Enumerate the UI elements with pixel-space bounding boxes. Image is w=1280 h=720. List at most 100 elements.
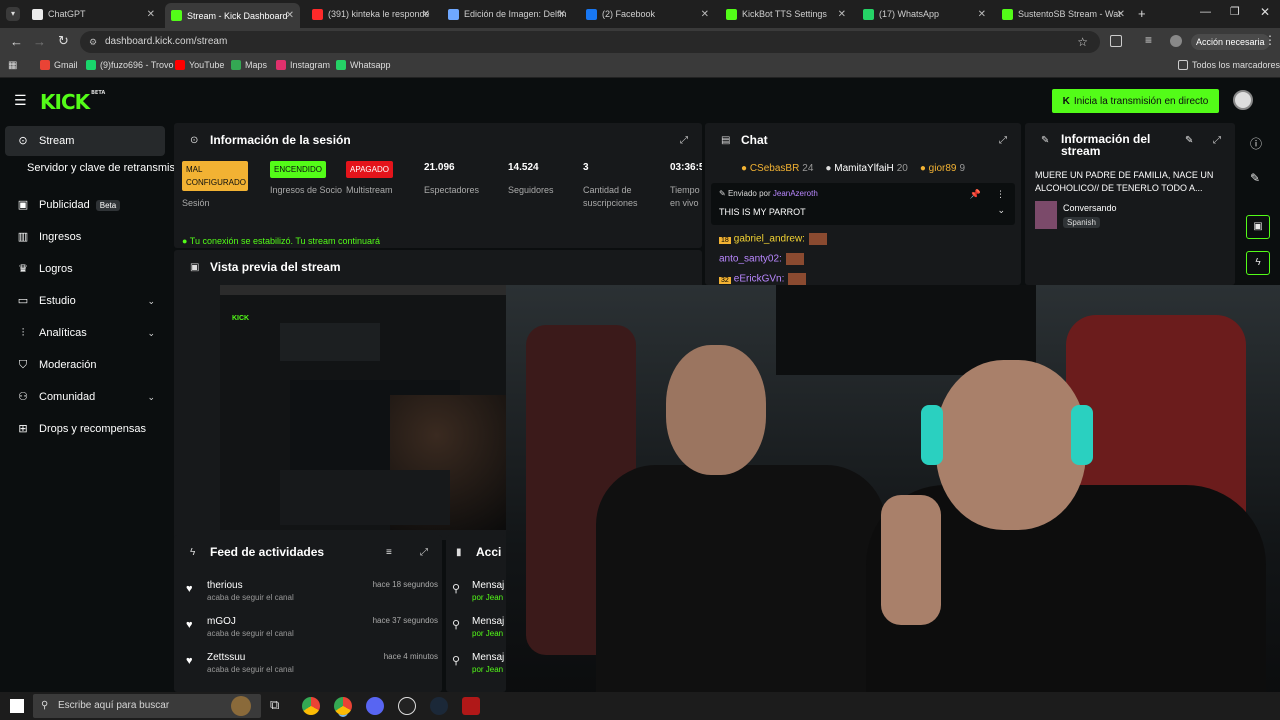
chevron-down-icon[interactable]: ⌄ xyxy=(147,328,155,339)
bookmark-star-icon[interactable]: ☆ xyxy=(1077,31,1088,53)
chatter-name: gior89 xyxy=(928,163,957,174)
top-chatter[interactable]: ● CSebasBR 24 xyxy=(741,163,813,174)
menu-dots-icon[interactable]: ⋮ xyxy=(1264,33,1276,47)
browser-tab[interactable]: SustentoSB Stream - Wat ✕ xyxy=(996,4,1131,24)
browser-tab[interactable]: (17) WhatsApp ✕ xyxy=(857,4,992,24)
restore-icon[interactable]: ❐ xyxy=(1230,5,1240,18)
site-info-icon[interactable]: ⚙ xyxy=(89,31,97,53)
browser-tab[interactable]: Edición de Imagen: Delfin ✕ xyxy=(442,4,572,24)
sidebar-item[interactable]: ⊙ Stream xyxy=(5,126,165,156)
hamburger-icon[interactable]: ☰ xyxy=(14,92,27,109)
search-icon: ⚲ xyxy=(41,700,49,711)
apps-icon[interactable]: ▦ xyxy=(8,60,17,71)
browser-tab[interactable]: (391) kinteka le responde ✕ xyxy=(306,4,436,24)
expand-icon[interactable]: ⤢ xyxy=(680,135,688,146)
task-view-icon[interactable]: ⧉ xyxy=(270,697,279,713)
chevron-down-icon[interactable]: ⌄ xyxy=(147,296,155,307)
bookmark-label: YouTube xyxy=(189,60,225,70)
unpin-icon[interactable]: 📌 xyxy=(970,189,981,200)
sidebar-item[interactable]: ⚇ Comunidad ⌄ xyxy=(5,382,165,412)
sidebar-item[interactable]: ⛉ Moderación xyxy=(5,350,165,380)
sidebar-item[interactable]: ▭ Estudio ⌄ xyxy=(5,286,165,316)
tab-close-icon[interactable]: ✕ xyxy=(838,9,846,20)
feed-expand-icon[interactable]: ⤢ xyxy=(420,547,428,558)
tab-search-icon[interactable]: ▾ xyxy=(6,7,20,21)
chat-expand-icon[interactable]: ⤢ xyxy=(999,135,1007,146)
stat-label: Seguidores xyxy=(508,185,554,195)
edit-icon[interactable]: ✎ xyxy=(1185,135,1193,146)
top-chatter[interactable]: ● gior89 9 xyxy=(920,163,965,174)
tab-close-icon[interactable]: ✕ xyxy=(558,9,566,20)
qr-icon[interactable]: ▣ xyxy=(1246,215,1270,239)
browser-tab[interactable]: Stream - Kick Dashboard ✕ xyxy=(165,3,300,28)
bookmark-item[interactable]: Maps xyxy=(231,60,267,70)
bookmark-item[interactable]: (9)fuzo696 - Trovo xyxy=(86,60,174,70)
close-window-icon[interactable]: ✕ xyxy=(1260,5,1270,19)
new-tab-icon[interactable]: + xyxy=(1138,6,1146,21)
minimize-icon[interactable]: — xyxy=(1200,6,1211,18)
sidebar-item[interactable]: ▣ Publicidad Beta xyxy=(5,190,165,220)
bolt-icon[interactable]: ϟ xyxy=(1246,251,1270,275)
stream-info-expand-icon[interactable]: ⤢ xyxy=(1213,135,1221,146)
tab-close-icon[interactable]: ✕ xyxy=(147,9,155,20)
app-icon[interactable] xyxy=(462,697,480,715)
follower-name[interactable]: therious xyxy=(207,580,243,591)
chrome-active-icon[interactable] xyxy=(334,697,352,715)
browser-tab[interactable]: (2) Facebook ✕ xyxy=(580,4,715,24)
kick-logo[interactable]: KICK BETA xyxy=(40,90,105,114)
back-icon[interactable]: ← xyxy=(10,34,23,49)
browser-tab[interactable]: ChatGPT ✕ xyxy=(26,4,161,24)
filter-icon[interactable]: ≡ xyxy=(386,547,392,558)
tab-close-icon[interactable]: ✕ xyxy=(422,9,430,20)
follower-name[interactable]: Zettssuu xyxy=(207,652,245,663)
address-bar[interactable]: ⚙ dashboard.kick.com/stream ☆ xyxy=(80,31,1100,53)
tab-label: (17) WhatsApp xyxy=(879,9,940,19)
bookmark-label: Whatsapp xyxy=(350,60,391,70)
discord-icon[interactable] xyxy=(366,697,384,715)
obs-icon[interactable] xyxy=(398,697,416,715)
tab-close-icon[interactable]: ✕ xyxy=(701,9,709,20)
sidebar-item-label: Logros xyxy=(39,263,73,275)
sidebar-item[interactable]: ▥ Ingresos xyxy=(5,222,165,252)
user-avatar[interactable] xyxy=(1233,90,1253,110)
pinned-more-icon[interactable]: ⋮ xyxy=(996,189,1005,200)
taskbar-search[interactable]: ⚲ Escribe aquí para buscar xyxy=(33,694,261,718)
chat-title: Chat xyxy=(741,133,768,147)
bookmark-item[interactable]: Gmail xyxy=(40,60,78,70)
tab-close-icon[interactable]: ✕ xyxy=(1117,9,1125,20)
sidebar-item[interactable]: Servidor y clave de retransmisión xyxy=(5,153,190,183)
top-chatter[interactable]: ● MamitaYlfaiH 20 xyxy=(825,163,907,174)
chevron-down-icon[interactable]: ⌄ xyxy=(147,392,155,403)
sidebar-item[interactable]: ⫶ Analíticas ⌄ xyxy=(5,318,165,348)
profile-icon[interactable] xyxy=(1170,35,1182,47)
chat-message: anto_santy02: xyxy=(719,253,804,265)
status-badge: ENCENDIDO xyxy=(270,161,327,178)
sidebar-item[interactable]: ⊞ Drops y recompensas xyxy=(5,414,165,444)
chrome-icon[interactable] xyxy=(302,697,320,715)
bookmark-item[interactable]: Instagram xyxy=(276,60,330,70)
collapse-chevron-icon[interactable]: ⌄ xyxy=(997,205,1005,216)
media-icon[interactable]: ≡ xyxy=(1145,33,1152,47)
windows-start-icon[interactable] xyxy=(10,699,24,713)
chat-username[interactable]: eErickGVn: xyxy=(734,274,785,285)
pencil-icon[interactable]: ✎ xyxy=(1250,171,1260,185)
browser-tab[interactable]: KickBot TTS Settings ✕ xyxy=(720,4,852,24)
tab-favicon-icon xyxy=(171,10,182,21)
bookmark-item[interactable]: YouTube xyxy=(175,60,224,70)
sidebar-item[interactable]: ♛ Logros xyxy=(5,254,165,284)
bookmark-item[interactable]: Whatsapp xyxy=(336,60,391,70)
chat-username[interactable]: anto_santy02: xyxy=(719,254,782,265)
tab-close-icon[interactable]: ✕ xyxy=(978,9,986,20)
info-icon[interactable]: ⓘ xyxy=(1250,135,1262,152)
follower-name[interactable]: mGOJ xyxy=(207,616,236,627)
all-bookmarks[interactable]: Todos los marcadores xyxy=(1178,60,1280,70)
tab-close-icon[interactable]: ✕ xyxy=(286,10,294,21)
forward-icon[interactable]: → xyxy=(33,34,46,49)
kick-k-icon: K xyxy=(1062,95,1070,107)
reload-icon[interactable]: ↻ xyxy=(58,33,69,49)
extensions-icon[interactable] xyxy=(1110,35,1122,47)
action-required-button[interactable]: Acción necesaria xyxy=(1191,34,1270,50)
steam-icon[interactable] xyxy=(430,697,448,715)
chat-username[interactable]: gabriel_andrew: xyxy=(734,234,805,245)
go-live-button[interactable]: K Inicia la transmisión en directo xyxy=(1052,89,1219,113)
